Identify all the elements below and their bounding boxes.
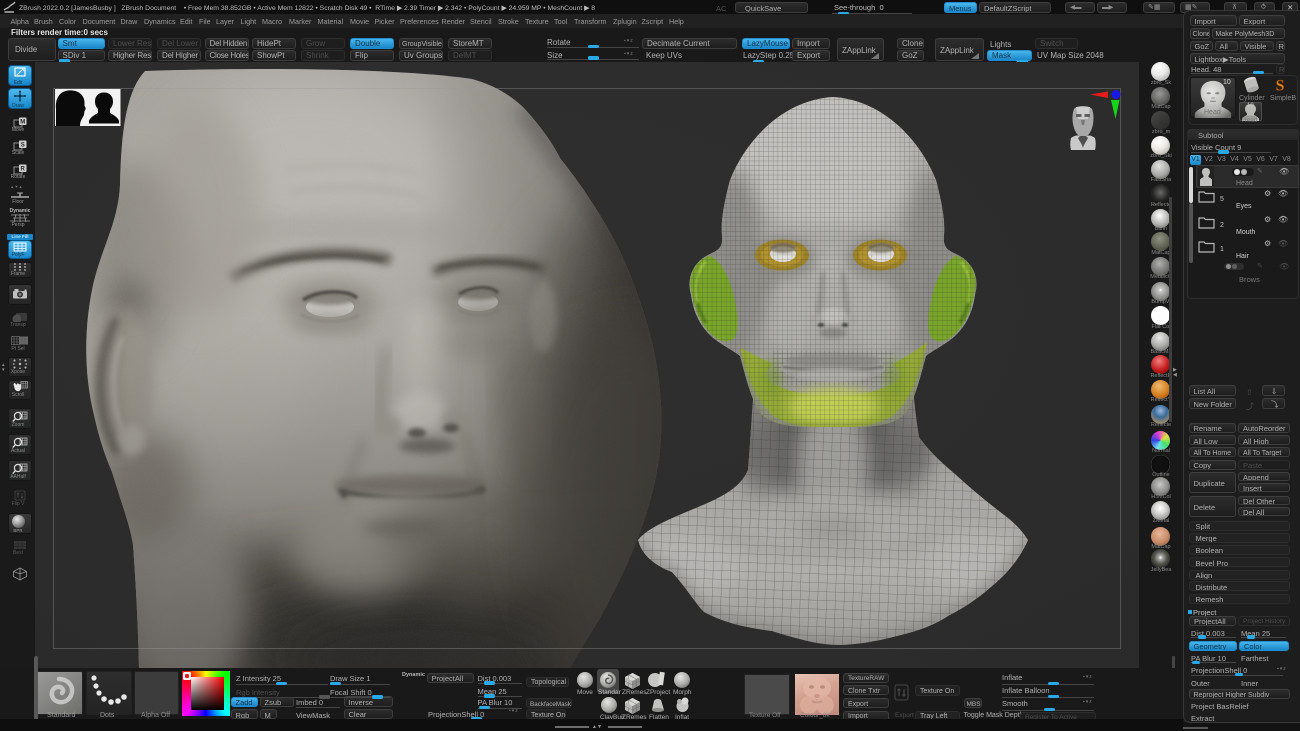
svg-text:S: S bbox=[21, 143, 25, 149]
svg-text:S: S bbox=[1276, 77, 1285, 94]
svg-text:R: R bbox=[21, 167, 26, 173]
svg-text:M: M bbox=[20, 119, 25, 125]
